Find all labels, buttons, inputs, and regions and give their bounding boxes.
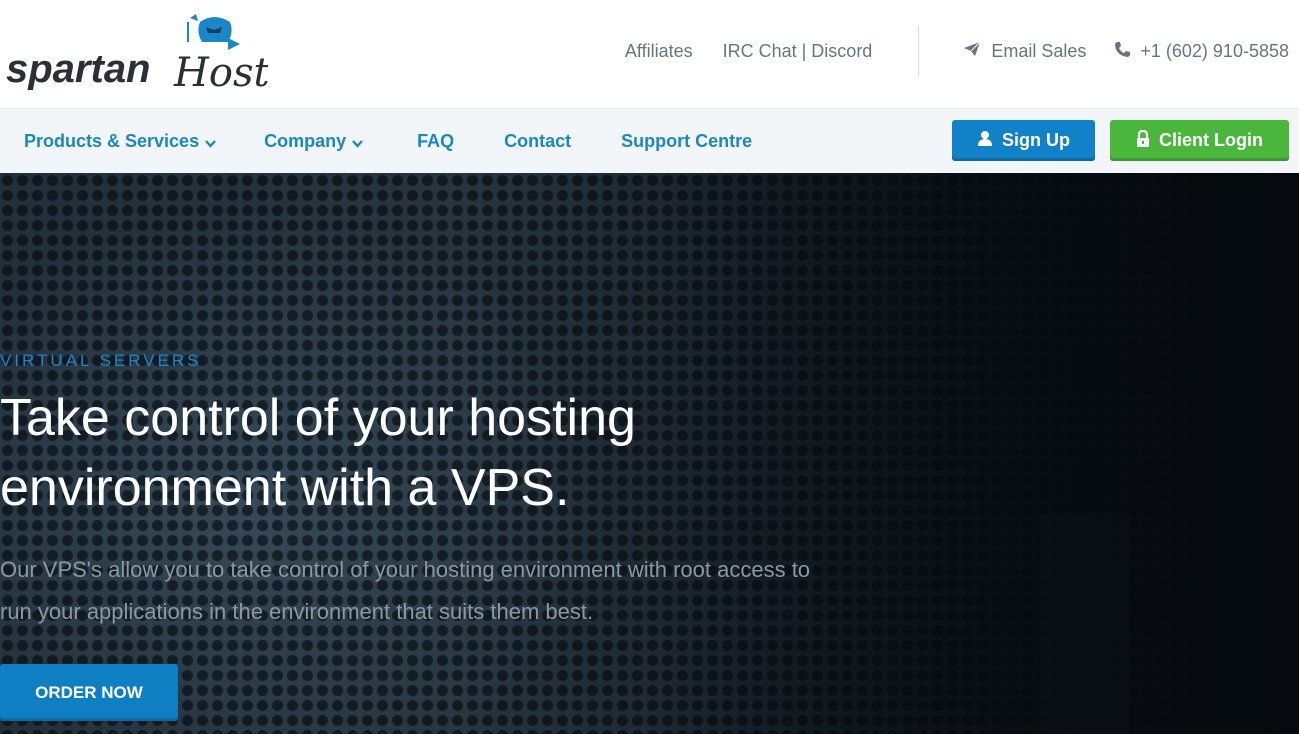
phone-icon (1114, 41, 1131, 62)
phone-label: +1 (602) 910-5858 (1140, 40, 1289, 61)
nav-company[interactable]: Company (264, 130, 363, 153)
nav-contact[interactable]: Contact (504, 131, 571, 152)
top-links: Affiliates IRC Chat | Discord Email Sale… (625, 0, 1289, 102)
svg-text:Host: Host (173, 50, 268, 90)
email-sales-label: Email Sales (991, 40, 1087, 61)
nav-links: Products & Services Company FAQ Contact … (24, 109, 752, 173)
lock-icon (1136, 129, 1150, 152)
svg-text:spartan: spartan (6, 47, 151, 90)
irc-discord-link[interactable]: IRC Chat | Discord (723, 41, 873, 62)
client-login-label: Client Login (1159, 130, 1263, 150)
affiliates-link[interactable]: Affiliates (625, 41, 693, 62)
divider (918, 26, 920, 76)
top-header: spartan Host Affiliates IRC Chat | Disco… (0, 0, 1299, 109)
hero-headline: Take control of your hosting environment… (0, 389, 636, 517)
chevron-down-icon (205, 132, 216, 153)
phone-link[interactable]: +1 (602) 910-5858 (1114, 41, 1289, 62)
nav-products-label: Products & Services (24, 130, 200, 151)
paper-plane-icon (963, 41, 981, 62)
nav-company-label: Company (264, 130, 347, 151)
client-login-button[interactable]: Client Login (1110, 120, 1289, 161)
sign-up-button[interactable]: Sign Up (952, 120, 1095, 161)
hero-eyebrow: VIRTUAL SERVERS (0, 351, 202, 370)
hero-section: VIRTUAL SERVERS Take control of your hos… (0, 173, 1299, 734)
spartan-helmet-icon: spartan Host (6, 14, 268, 90)
email-sales-link[interactable]: Email Sales (963, 41, 1086, 62)
site-logo[interactable]: spartan Host (6, 12, 268, 90)
nav-products-services[interactable]: Products & Services (24, 130, 216, 153)
main-nav: Products & Services Company FAQ Contact … (0, 109, 1299, 173)
chevron-down-icon (352, 132, 363, 153)
user-icon (977, 130, 993, 152)
nav-faq[interactable]: FAQ (417, 131, 454, 152)
hero-subtext: Our VPS's allow you to take control of y… (0, 557, 811, 624)
sign-up-label: Sign Up (1002, 130, 1070, 150)
order-now-button[interactable]: ORDER NOW (0, 664, 178, 721)
nav-support-centre[interactable]: Support Centre (621, 131, 752, 152)
